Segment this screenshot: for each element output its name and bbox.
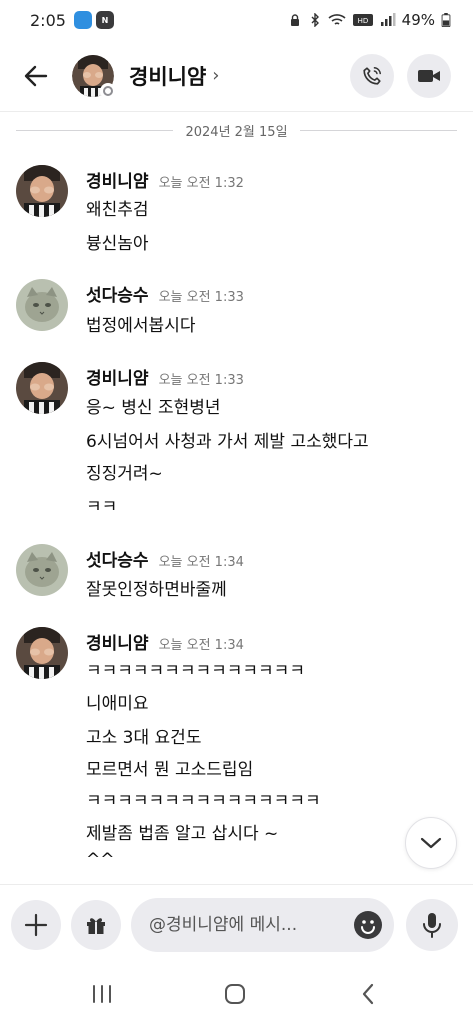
online-status-icon	[100, 82, 116, 99]
back-button[interactable]	[16, 56, 56, 96]
voice-message-button[interactable]	[406, 899, 458, 951]
add-button[interactable]	[11, 900, 61, 950]
status-time: 2:05	[30, 10, 66, 30]
sender-name: 경비니얌	[86, 369, 149, 389]
sender-name: 섯다승수	[86, 551, 149, 571]
message-text[interactable]: 모르면서 뭔 고소드립임	[86, 755, 253, 780]
system-nav-bar	[0, 964, 473, 1024]
sender-avatar[interactable]	[16, 279, 68, 331]
message-text[interactable]: 잘못인정하면바줄께	[86, 575, 227, 600]
recent-apps-icon	[93, 985, 111, 1003]
message-time: 오늘 오전 1:33	[158, 373, 244, 388]
signal-icon	[380, 13, 396, 26]
blue-app-badge-icon	[73, 11, 92, 29]
home-icon	[225, 984, 245, 1004]
message-group: 경비니얌 오늘 오전 1:32 왜친추검 븅신놈아	[16, 165, 456, 265]
message-group: 섯다승수 오늘 오전 1:34 잘못인정하면바줄께	[16, 544, 456, 604]
back-nav-button[interactable]	[348, 978, 388, 1010]
back-chevron-icon	[362, 983, 374, 1005]
sender-name: 경비니얌	[86, 634, 149, 654]
lock-icon	[290, 14, 299, 26]
video-call-button[interactable]	[407, 54, 451, 98]
svg-text:HD: HD	[357, 17, 368, 25]
message-time: 오늘 오전 1:33	[158, 290, 244, 305]
message-text[interactable]: 응~ 병신 조현병년	[86, 393, 221, 418]
chevron-down-icon	[420, 837, 442, 849]
message-group: 경비니얌 오늘 오전 1:34 ㅋㅋㅋㅋㅋㅋㅋㅋㅋㅋㅋㅋㅋㅋ 니애미요 고소 3…	[16, 627, 456, 877]
message-input-container	[131, 898, 394, 952]
home-button[interactable]	[215, 978, 255, 1010]
sender-avatar[interactable]	[16, 362, 68, 414]
message-text[interactable]: 왜친추검	[86, 195, 149, 220]
person-avatar-icon	[16, 362, 68, 414]
date-label: 2024년 2월 15일	[185, 124, 288, 140]
header-title[interactable]: 경비니얌 ›	[129, 61, 219, 91]
message-header: 경비니얌 오늘 오전 1:33	[86, 364, 244, 389]
message-text[interactable]: ㅋㅋㅋㅋㅋㅋㅋㅋㅋㅋㅋㅋㅋㅋ	[86, 656, 305, 681]
video-camera-icon	[418, 70, 440, 82]
message-text[interactable]: 니애미요	[86, 689, 149, 714]
message-input[interactable]	[149, 915, 329, 935]
sender-avatar[interactable]	[16, 627, 68, 679]
plus-icon	[24, 913, 48, 937]
arrow-left-icon	[24, 65, 48, 86]
voice-call-button[interactable]	[350, 54, 394, 98]
wifi-icon	[328, 14, 346, 25]
date-divider: 2024년 2월 15일	[16, 118, 458, 142]
message-header: 섯다승수 오늘 오전 1:34	[86, 546, 244, 571]
message-header: 경비니얌 오늘 오전 1:34	[86, 629, 244, 654]
battery-icon	[441, 13, 451, 27]
message-header: 경비니얌 오늘 오전 1:32	[86, 167, 244, 192]
header-avatar[interactable]	[72, 54, 116, 99]
message-input-bar	[0, 884, 473, 964]
volte-icon: HD	[352, 14, 373, 26]
scroll-to-bottom-button[interactable]	[405, 817, 457, 869]
message-text[interactable]: 징징거려~	[86, 459, 163, 484]
message-time: 오늘 오전 1:34	[158, 638, 244, 653]
message-text[interactable]: ㅋㅋ	[86, 492, 117, 517]
bluetooth-icon	[311, 13, 319, 27]
divider-line	[299, 129, 458, 131]
status-right: HD 49%	[288, 11, 451, 29]
microphone-icon	[423, 913, 441, 938]
sender-avatar[interactable]	[16, 544, 68, 596]
sender-avatar[interactable]	[16, 165, 68, 217]
status-bar: 2:05 N HD 49%	[0, 0, 473, 40]
cat-avatar-icon	[16, 279, 68, 331]
phone-icon	[363, 67, 381, 85]
person-avatar-icon	[16, 627, 68, 679]
header-title-text: 경비니얌	[129, 64, 207, 89]
gift-icon	[87, 918, 105, 934]
message-text[interactable]: ^^	[86, 850, 115, 870]
message-text[interactable]: 법정에서봅시다	[86, 311, 195, 336]
emoji-icon	[355, 912, 381, 938]
message-group: 섯다승수 오늘 오전 1:33 법정에서봅시다	[16, 279, 456, 339]
gift-button[interactable]	[71, 900, 121, 950]
chevron-right-icon: ›	[212, 65, 220, 86]
emoji-button[interactable]	[354, 911, 382, 939]
chat-header: 경비니얌 ›	[0, 40, 473, 112]
message-text[interactable]: ㅋㅋㅋㅋㅋㅋㅋㅋㅋㅋㅋㅋㅋㅋㅋ	[86, 786, 321, 811]
message-text[interactable]: 6시넘어서 사청과 가서 제발 고소했다고	[86, 427, 369, 452]
message-group: 경비니얌 오늘 오전 1:33 응~ 병신 조현병년 6시넘어서 사청과 가서 …	[16, 362, 456, 522]
message-time: 오늘 오전 1:34	[158, 555, 244, 570]
message-text[interactable]: 제발좀 법좀 알고 삽시다 ~	[86, 819, 278, 844]
sender-name: 경비니얌	[86, 172, 149, 192]
message-text[interactable]: 븅신놈아	[86, 229, 149, 254]
sender-name: 섯다승수	[86, 286, 149, 306]
message-text[interactable]: 고소 3대 요건도	[86, 723, 201, 748]
message-header: 섯다승수 오늘 오전 1:33	[86, 281, 244, 306]
message-time: 오늘 오전 1:32	[158, 176, 244, 191]
cat-avatar-icon	[16, 544, 68, 596]
n-app-badge-icon: N	[95, 11, 114, 29]
recent-apps-button[interactable]	[82, 978, 122, 1010]
person-avatar-icon	[16, 165, 68, 217]
divider-line	[16, 129, 174, 131]
battery-percent: 49%	[401, 11, 435, 29]
